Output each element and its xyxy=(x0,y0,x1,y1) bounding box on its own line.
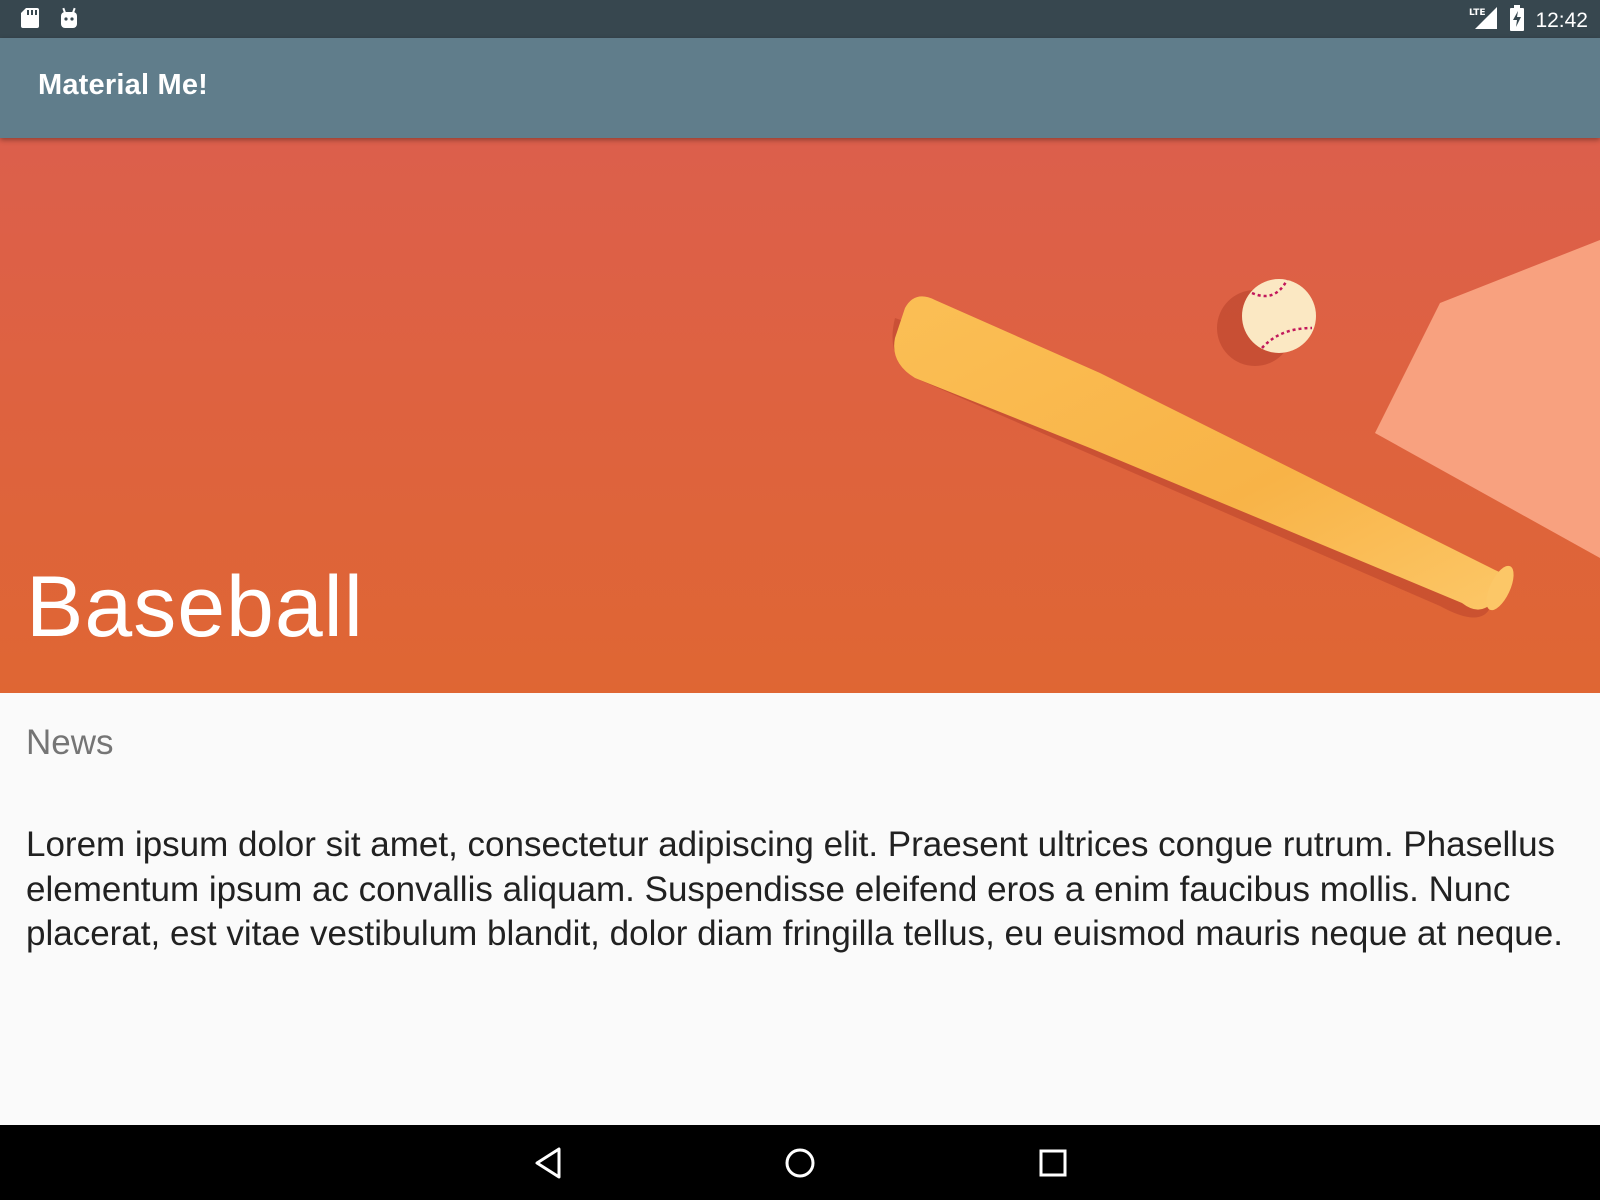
status-notifications xyxy=(20,7,80,34)
app-bar: Material Me! xyxy=(0,38,1600,138)
app-title: Material Me! xyxy=(38,69,208,101)
back-button[interactable] xyxy=(526,1141,570,1185)
lte-label: LTE xyxy=(1469,8,1486,18)
recents-icon xyxy=(1039,1149,1067,1177)
recents-button[interactable] xyxy=(1031,1141,1075,1185)
battery-charging-icon xyxy=(1509,5,1525,36)
navigation-bar xyxy=(0,1125,1600,1200)
card-image[interactable]: Baseball xyxy=(0,138,1600,693)
android-icon xyxy=(58,7,80,34)
card-subtitle: News xyxy=(26,723,114,762)
card-body-text: Lorem ipsum dolor sit amet, consectetur … xyxy=(26,825,1563,953)
card-title: Baseball xyxy=(26,559,364,655)
home-icon xyxy=(785,1148,815,1178)
card-body[interactable]: News Lorem ipsum dolor sit amet, consect… xyxy=(0,693,1600,1125)
sd-card-icon xyxy=(20,7,40,34)
lte-signal-icon: LTE xyxy=(1469,5,1499,36)
baseball-shape xyxy=(1242,279,1316,353)
home-button[interactable] xyxy=(778,1141,822,1185)
status-time: 12:42 xyxy=(1535,8,1588,32)
status-system-icons: LTE 12:42 xyxy=(1469,5,1588,36)
status-bar: LTE 12:42 xyxy=(0,0,1600,38)
back-icon xyxy=(535,1147,561,1179)
